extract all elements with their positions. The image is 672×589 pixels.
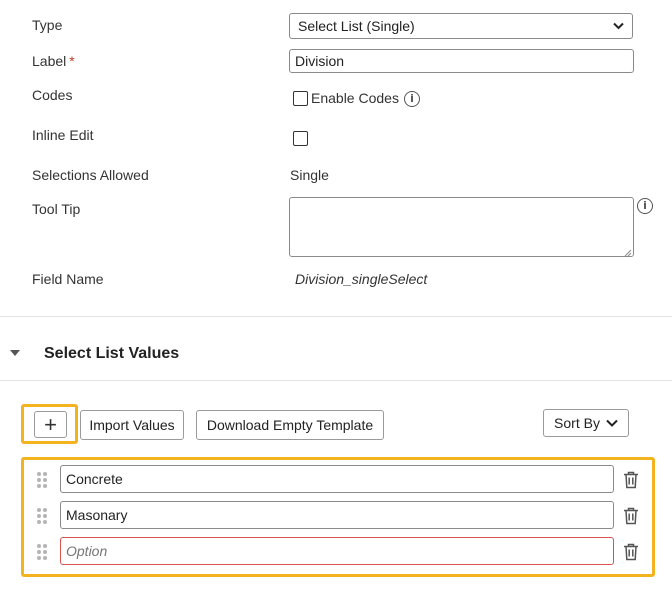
enable-codes-checkbox[interactable] bbox=[293, 91, 308, 106]
selections-allowed-label: Selections Allowed bbox=[32, 167, 149, 183]
type-select[interactable]: Select List (Single) bbox=[289, 13, 633, 39]
label-field-label: Label * bbox=[32, 53, 75, 69]
inline-edit-checkbox[interactable] bbox=[293, 131, 308, 146]
section-divider bbox=[0, 316, 672, 317]
drag-handle-icon[interactable] bbox=[37, 508, 49, 524]
chevron-down-icon bbox=[606, 419, 618, 427]
section-title: Select List Values bbox=[44, 345, 180, 362]
add-value-button[interactable]: + bbox=[34, 411, 67, 438]
type-select-value: Select List (Single) bbox=[298, 18, 415, 34]
tool-tip-textarea[interactable] bbox=[289, 197, 634, 257]
drag-handle-icon[interactable] bbox=[37, 472, 49, 488]
import-values-button[interactable]: Import Values bbox=[80, 410, 184, 440]
new-option-input[interactable] bbox=[60, 537, 614, 565]
field-name-label: Field Name bbox=[32, 271, 104, 287]
collapse-caret-icon[interactable] bbox=[10, 350, 21, 358]
tool-tip-label: Tool Tip bbox=[32, 201, 81, 217]
enable-codes-label: Enable Codes bbox=[311, 90, 399, 106]
label-input[interactable] bbox=[289, 49, 634, 73]
inline-edit-label: Inline Edit bbox=[32, 127, 94, 143]
resize-handle-icon[interactable] bbox=[622, 247, 632, 257]
trash-icon[interactable] bbox=[623, 543, 639, 561]
chevron-down-icon bbox=[613, 22, 624, 30]
option-input[interactable] bbox=[60, 465, 614, 493]
codes-label: Codes bbox=[32, 87, 73, 103]
drag-handle-icon[interactable] bbox=[37, 544, 49, 560]
download-template-button[interactable]: Download Empty Template bbox=[196, 410, 384, 440]
type-label: Type bbox=[32, 17, 63, 33]
section-header-divider bbox=[0, 380, 672, 381]
info-icon[interactable]: i bbox=[404, 91, 420, 107]
trash-icon[interactable] bbox=[623, 507, 639, 525]
tool-tip-info-icon[interactable]: i bbox=[637, 198, 653, 214]
selections-allowed-value: Single bbox=[290, 167, 329, 183]
trash-icon[interactable] bbox=[623, 471, 639, 489]
label-field-text: Label bbox=[32, 53, 67, 69]
required-marker: * bbox=[69, 53, 75, 69]
field-name-value: Division_singleSelect bbox=[295, 271, 428, 287]
sort-by-label: Sort By bbox=[554, 415, 600, 431]
sort-by-dropdown[interactable]: Sort By bbox=[543, 409, 629, 437]
option-input[interactable] bbox=[60, 501, 614, 529]
